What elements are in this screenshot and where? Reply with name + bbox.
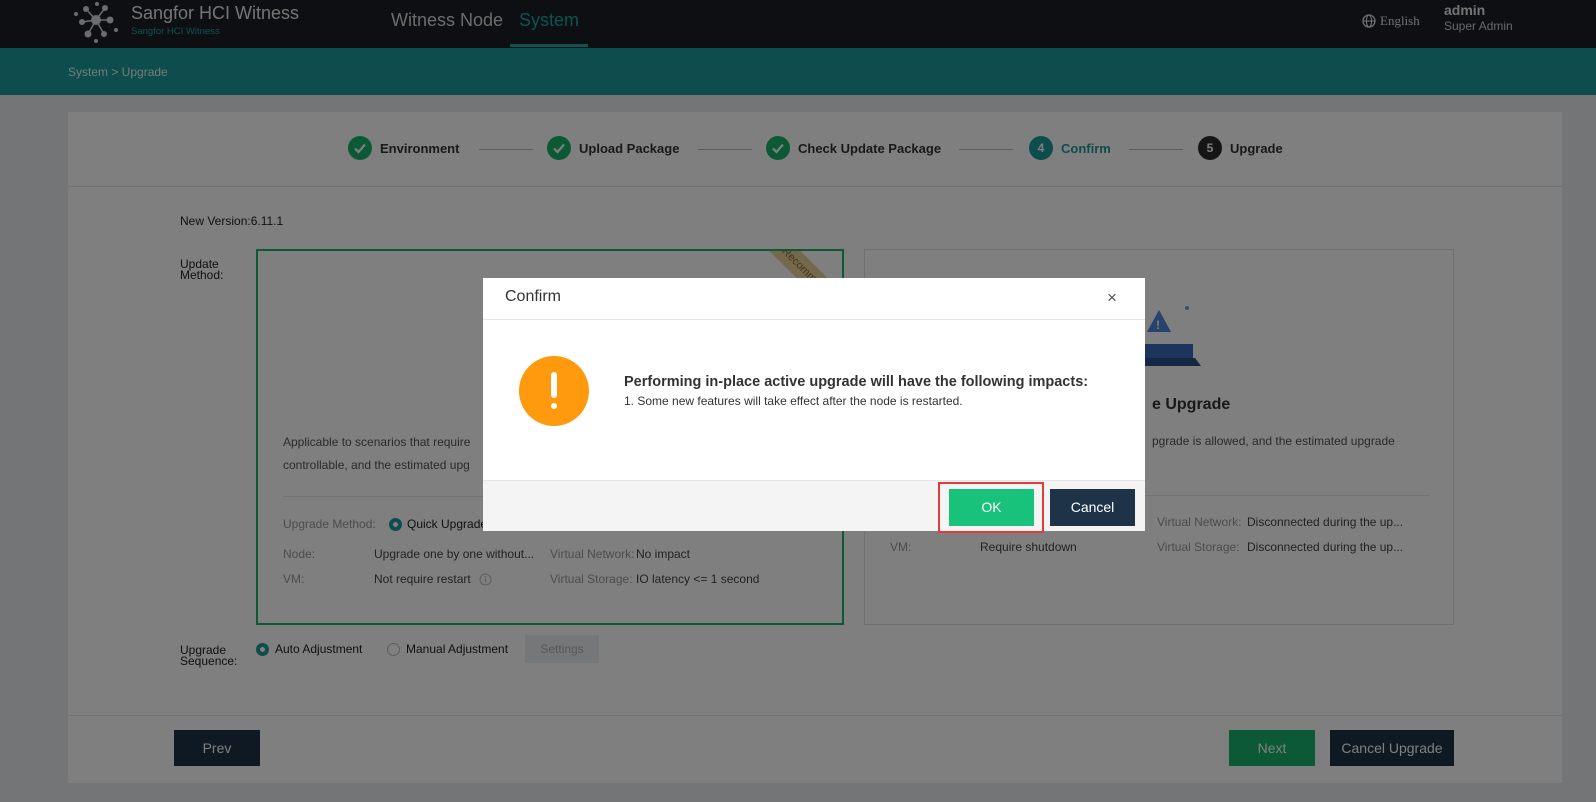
dialog-title: Confirm: [505, 288, 562, 305]
dialog-message: Performing in-place active upgrade will …: [624, 374, 1089, 390]
dialog-header: Confirm ×: [483, 278, 1145, 320]
warning-icon: [519, 356, 589, 426]
ok-button[interactable]: OK: [949, 489, 1034, 526]
confirm-dialog: Confirm × Performing in-place active upg…: [483, 278, 1145, 533]
cancel-button[interactable]: Cancel: [1050, 489, 1135, 526]
dialog-detail: 1. Some new features will take effect af…: [624, 394, 963, 408]
close-icon[interactable]: ×: [1107, 288, 1117, 308]
dialog-footer: [483, 480, 1145, 531]
